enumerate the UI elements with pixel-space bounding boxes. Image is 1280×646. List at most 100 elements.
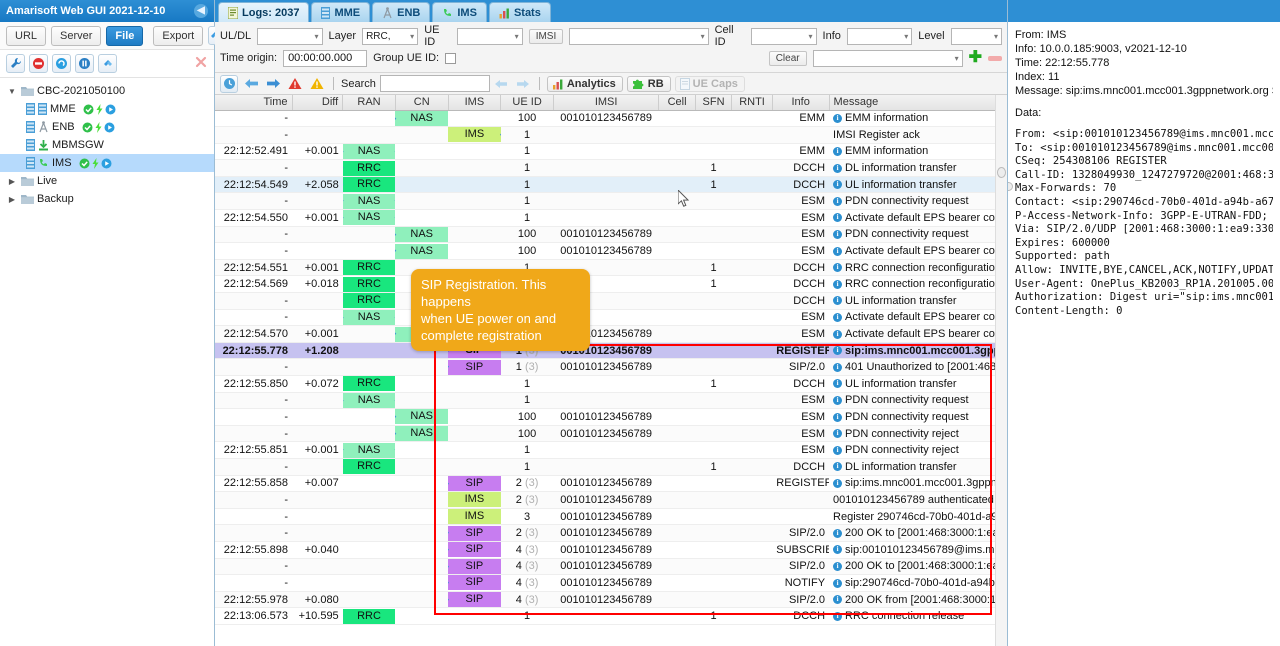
col-message[interactable]: Message <box>829 95 1007 111</box>
table-row[interactable]: - ◆RRC 1 1 DCCHiDL information transfer <box>215 159 1007 177</box>
close-icon[interactable] <box>194 55 208 72</box>
col-ueid[interactable]: UE ID <box>500 95 554 111</box>
tab-stats[interactable]: Stats <box>488 2 551 22</box>
table-row[interactable]: - IMS◆1 IMSI Register ack <box>215 126 1007 144</box>
level-select[interactable]: ▾ <box>950 27 1003 45</box>
cellid-select[interactable]: ▾ <box>751 27 817 45</box>
preset-select[interactable]: ▾ <box>812 49 963 67</box>
ue-caps-button[interactable]: UE Caps <box>674 75 745 92</box>
table-row[interactable]: 22:12:55.778+1.208◆SIP1 (3)0010101234567… <box>215 342 1007 360</box>
col-rnti[interactable]: RNTI <box>731 95 773 111</box>
url-button[interactable]: URL <box>6 25 47 46</box>
layer-select[interactable]: RRC, ▾ <box>362 27 419 45</box>
cell-time: 22:12:52.491 <box>215 143 293 161</box>
table-row[interactable]: - ◆SIP4 (3)001010123456789 SIP/2.0i200 OK … <box>215 558 1007 576</box>
sidebar-item-mme[interactable]: MME <box>0 100 214 118</box>
table-row[interactable]: -◆RRC1DCCHiUL information transfer <box>215 292 1007 310</box>
group-ueid-checkbox[interactable] <box>445 52 457 64</box>
col-ran[interactable]: RAN <box>342 95 396 111</box>
expand-arrow-icon[interactable]: ▼ <box>6 87 18 96</box>
sidebar-item-backup[interactable]: ▶ Backup <box>0 190 214 208</box>
table-row[interactable]: - ◆NAS 100001010123456789 ESMiActivate defa… <box>215 242 1007 260</box>
chevron-left-icon[interactable]: ◀ <box>194 4 208 18</box>
stop-icon[interactable] <box>29 54 48 73</box>
table-row[interactable]: 22:12:54.549+2.058◆RRC 1 1 DCCHiUL informat… <box>215 176 1007 194</box>
tree-node-cbc[interactable]: ▼ CBC-2021050100 <box>0 82 214 100</box>
col-diff[interactable]: Diff <box>292 95 344 111</box>
imsi-button[interactable]: IMSI <box>528 28 564 44</box>
table-row[interactable]: 22:12:54.569+0.018◆RRC11DCCHiRRC connect… <box>215 275 1007 294</box>
search-input[interactable] <box>379 75 490 92</box>
arrow-left-icon[interactable] <box>242 75 260 93</box>
col-time[interactable]: Time <box>215 95 293 111</box>
pause-icon[interactable] <box>75 54 94 73</box>
col-cell[interactable]: Cell <box>658 95 696 111</box>
table-row[interactable]: 22:12:55.978+0.080 ◆SIP4 (3)0010101234567… <box>215 591 1007 609</box>
table-row[interactable]: - ◆NAS 100001010123456789 ESMiPDN connectiv… <box>215 226 1007 244</box>
rb-button[interactable]: RB <box>626 75 671 92</box>
table-row[interactable]: 22:12:54.550+0.001◆NAS◆ 1 ESMiActivate def… <box>215 209 1007 227</box>
server-button[interactable]: Server <box>51 25 102 46</box>
table-row[interactable]: - ◆NAS 100001010123456789 ESMiPDN connectiv… <box>215 408 1007 426</box>
table-row[interactable]: - ◆NAS◆ 1 ESMiPDN connectivity request <box>215 192 1007 211</box>
table-row[interactable]: 22:13:06.573+10.595◆RRC 1 1 DCCHiRRC connec… <box>215 607 1007 625</box>
sidebar-item-live[interactable]: ▶ Live <box>0 172 214 190</box>
detail-panel-body[interactable]: From: IMS Info: 10.0.0.185:9003, v2021-1… <box>1008 22 1280 646</box>
tab-ims[interactable]: IMS <box>432 2 487 22</box>
info-select[interactable]: ▾ <box>846 27 913 45</box>
col-imsi[interactable]: IMSI <box>553 95 660 111</box>
table-row[interactable]: - ◆SIP4 (3)001010123456789 NOTIFYisip:2907… <box>215 574 1007 592</box>
time-origin-input[interactable]: 00:00:00.000 <box>283 49 368 67</box>
sidebar-item-mbmsgw[interactable]: MBMSGW <box>0 136 214 154</box>
export-button[interactable]: Export <box>153 25 204 46</box>
arrow-right-icon[interactable] <box>264 75 282 93</box>
sidebar-item-ims[interactable]: IMS <box>0 154 214 172</box>
table-row[interactable]: - ◆NAS 100001010123456789 EMMiEMM informati… <box>215 110 1007 128</box>
log-table-container[interactable]: Time Diff RAN CN IMS UE ID IMSI Cell SFN… <box>215 95 1007 646</box>
col-info[interactable]: Info <box>772 95 830 111</box>
refresh-icon[interactable] <box>52 54 71 73</box>
table-row[interactable]: 22:12:52.491+0.001◆NAS◆ 1 EMMiEMM informat… <box>215 143 1007 161</box>
table-row[interactable]: - ◆NAS 100001010123456789 ESMiPDN connectiv… <box>215 425 1007 443</box>
table-row[interactable]: 22:12:54.551+0.001◆RRC11DCCHiRRC connect… <box>215 259 1007 277</box>
table-row[interactable]: 22:12:54.570+0.001◆NAS100001010123456789… <box>215 325 1007 343</box>
ueid-select[interactable]: ▾ <box>457 27 523 45</box>
warning-icon[interactable] <box>308 75 326 93</box>
table-row[interactable]: 22:12:55.850+0.072◆RRC 1 1 DCCHiUL informat… <box>215 375 1007 393</box>
table-row[interactable]: - IMS 2 (3) 001010123456789 001010123456789 … <box>215 491 1007 509</box>
col-ims[interactable]: IMS <box>448 95 502 111</box>
col-sfn[interactable]: SFN <box>695 95 733 111</box>
table-row[interactable]: - ◆RRC 1 1 DCCHiDL information transfer <box>215 458 1007 476</box>
file-button[interactable]: File <box>106 25 144 46</box>
plug2-icon[interactable] <box>98 54 117 73</box>
table-row[interactable]: -◆NAS◆1ESMiActivate default EPS bearer c… <box>215 309 1007 327</box>
clock-icon[interactable] <box>220 74 238 93</box>
imsi-select[interactable]: ▾ <box>569 27 709 45</box>
table-row[interactable]: - ◆SIP1 (3)001010123456789 SIP/2.0i401 Una… <box>215 358 1007 376</box>
tab-mme[interactable]: MME <box>311 2 371 22</box>
uldl-select[interactable]: ▾ <box>257 27 323 45</box>
collapse-arrow-icon[interactable]: ▶ <box>6 195 18 204</box>
minus-icon[interactable] <box>988 55 1002 61</box>
analytics-button[interactable]: Analytics <box>546 75 623 92</box>
table-row[interactable]: 22:12:55.858+0.007 ◆SIP2 (3)0010101234567… <box>215 475 1007 493</box>
search-prev-icon[interactable] <box>492 75 510 93</box>
table-row[interactable]: 22:12:55.898+0.040 ◆SIP4 (3)0010101234567… <box>215 541 1007 559</box>
table-row[interactable]: 22:12:55.851+0.001◆NAS◆ 1 ESMiPDN connecti… <box>215 441 1007 459</box>
collapse-arrow-icon[interactable]: ▶ <box>6 177 18 186</box>
table-scrollbar[interactable] <box>995 95 1007 646</box>
panel-resize-handle[interactable] <box>1008 182 1013 191</box>
wrench-icon[interactable] <box>6 54 25 73</box>
error-icon[interactable] <box>286 75 304 93</box>
col-cn[interactable]: CN <box>395 95 449 111</box>
scrollbar-thumb[interactable] <box>997 167 1006 178</box>
tab-logs[interactable]: Logs: 2037 <box>218 2 310 22</box>
clear-button[interactable]: Clear <box>768 50 807 66</box>
search-next-icon[interactable] <box>514 75 532 93</box>
table-row[interactable]: - ◆NAS◆ 1 ESMiPDN connectivity request <box>215 392 1007 410</box>
plus-icon[interactable]: ✚ <box>969 50 982 66</box>
sidebar-item-enb[interactable]: ENB <box>0 118 214 136</box>
table-row[interactable]: - IMS 3 001010123456789 Register 290746cd-70… <box>215 508 1007 526</box>
tab-enb[interactable]: ENB <box>372 2 431 22</box>
table-row[interactable]: - ◆SIP2 (3)001010123456789 SIP/2.0i200 OK … <box>215 524 1007 542</box>
